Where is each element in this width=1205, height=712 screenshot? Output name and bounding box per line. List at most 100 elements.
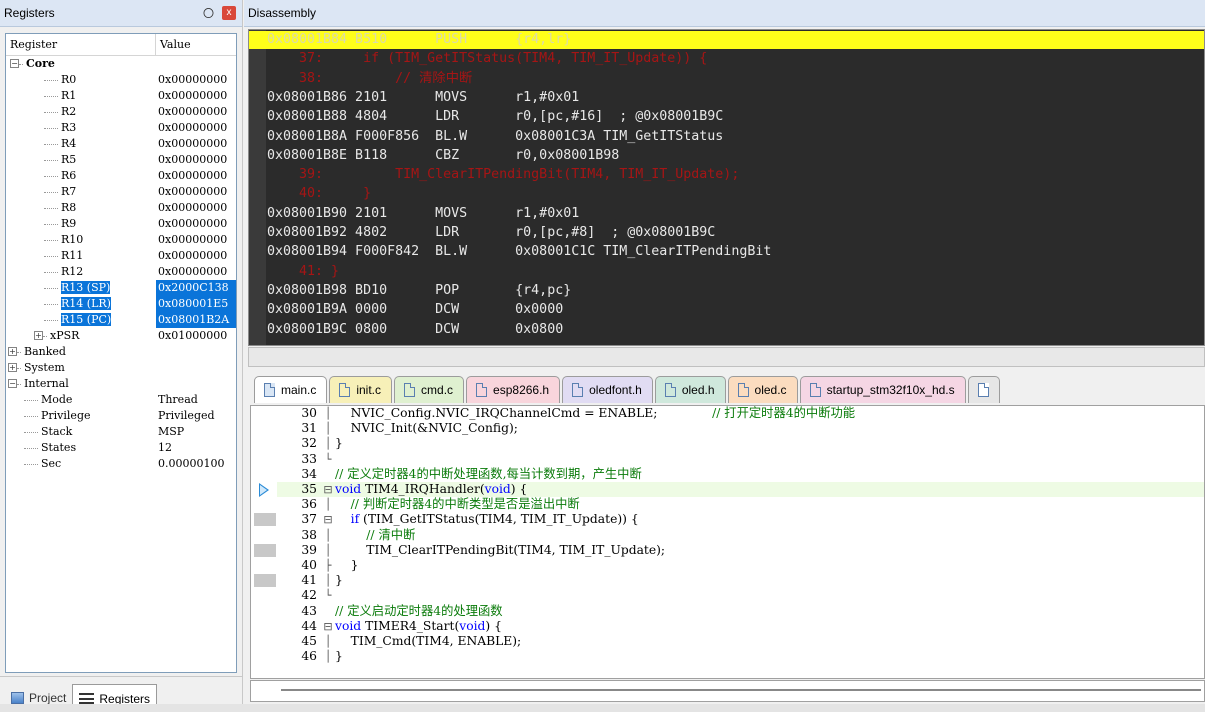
register-value[interactable]: 0x00000000 xyxy=(156,184,236,200)
code-line[interactable]: 44 ⊟ void TIMER4_Start(void) { xyxy=(277,619,1204,634)
register-row[interactable]: + System xyxy=(6,360,236,376)
register-row[interactable]: R14 (LR) 0x080001E5 xyxy=(6,296,236,312)
disasm-source-line[interactable]: 37: if (TIM_GetITStatus(TIM4, TIM_IT_Upd… xyxy=(267,50,1204,68)
register-value[interactable]: 0x00000000 xyxy=(156,216,236,232)
register-row[interactable]: Privilege Privileged xyxy=(6,408,236,424)
register-value[interactable]: MSP xyxy=(156,424,236,440)
code-line[interactable]: 42 └ xyxy=(277,588,1204,603)
register-row[interactable]: R11 0x00000000 xyxy=(6,248,236,264)
register-value[interactable]: Thread xyxy=(156,392,236,408)
code-line[interactable]: 37 ⊟ if (TIM_GetITStatus(TIM4, TIM_IT_Upd… xyxy=(277,512,1204,527)
register-value[interactable]: Privileged xyxy=(156,408,236,424)
fold-toggle-icon[interactable]: ⊟ xyxy=(321,512,335,527)
register-row[interactable]: R12 0x00000000 xyxy=(6,264,236,280)
register-row[interactable]: + Banked xyxy=(6,344,236,360)
register-value[interactable]: 0x00000000 xyxy=(156,88,236,104)
code-line[interactable]: 35 ⊟ void TIM4_IRQHandler(void) { xyxy=(277,482,1204,498)
close-icon[interactable]: x xyxy=(222,6,236,20)
register-row[interactable]: Mode Thread xyxy=(6,392,236,408)
pin-icon[interactable]: 〇 xyxy=(203,5,214,21)
register-row[interactable]: R2 0x00000000 xyxy=(6,104,236,120)
register-row[interactable]: R6 0x00000000 xyxy=(6,168,236,184)
code-line[interactable]: 33 └ xyxy=(277,452,1204,467)
disassembly-view[interactable]: 0x08001B84 B510 PUSH {r4,lr} 37: if (TIM… xyxy=(248,29,1205,346)
register-value[interactable]: 0x2000C138 xyxy=(156,280,236,296)
expand-icon[interactable]: + xyxy=(8,346,17,356)
register-row[interactable]: States 12 xyxy=(6,440,236,456)
register-row[interactable]: Sec 0.00000100 xyxy=(6,456,236,472)
register-value[interactable]: 0x00000000 xyxy=(156,104,236,120)
expand-icon[interactable]: + xyxy=(34,330,43,340)
disasm-source-line[interactable]: 41: } xyxy=(267,263,1204,281)
disasm-instruction-line[interactable]: 0x08001B86 2101 MOVS r1,#0x01 xyxy=(267,89,1204,107)
disasm-source-line[interactable]: 40: } xyxy=(267,185,1204,203)
register-row[interactable]: + xPSR 0x01000000 xyxy=(6,328,236,344)
code-line[interactable]: 41 │} xyxy=(277,573,1204,588)
disasm-instruction-line[interactable]: 0x08001B88 4804 LDR r0,[pc,#16] ; @0x080… xyxy=(267,108,1204,126)
register-value[interactable]: 0x00000000 xyxy=(156,232,236,248)
code-gutter[interactable] xyxy=(251,406,277,678)
code-line[interactable]: 34 // 定义定时器4的中断处理函数,每当计数到期，产生中断 xyxy=(277,467,1204,482)
disasm-instruction-line[interactable]: 0x08001B90 2101 MOVS r1,#0x01 xyxy=(267,205,1204,223)
fold-toggle-icon[interactable]: ⊟ xyxy=(321,619,335,634)
code-line[interactable]: 45 │ TIM_Cmd(TIM4, ENABLE); xyxy=(277,634,1204,649)
register-value[interactable]: 0.00000100 xyxy=(156,456,236,472)
disasm-instruction-line[interactable]: 0x08001B98 BD10 POP {r4,pc} xyxy=(267,282,1204,300)
expand-icon[interactable]: + xyxy=(8,362,17,372)
register-value[interactable]: 0x080001E5 xyxy=(156,296,236,312)
disasm-instruction-line[interactable]: 0x08001B92 4802 LDR r0,[pc,#8] ; @0x0800… xyxy=(267,224,1204,242)
disasm-instruction-line[interactable]: 0x08001B9C 0800 DCW 0x0800 xyxy=(267,321,1204,339)
column-header-register[interactable]: Register xyxy=(6,34,156,55)
register-value[interactable]: 0x00000000 xyxy=(156,136,236,152)
register-value[interactable]: 0x00000000 xyxy=(156,264,236,280)
breakpoint-gutter-mark[interactable] xyxy=(254,543,276,557)
code-line[interactable]: 43 // 定义启动定时器4的处理函数 xyxy=(277,604,1204,619)
register-row[interactable]: R7 0x00000000 xyxy=(6,184,236,200)
disassembly-horizontal-scrollbar[interactable] xyxy=(248,347,1205,367)
register-row[interactable]: R9 0x00000000 xyxy=(6,216,236,232)
code-line[interactable]: 30 │ NVIC_Config.NVIC_IRQChannelCmd = ENA… xyxy=(277,406,1204,421)
register-row[interactable]: R0 0x00000000 xyxy=(6,72,236,88)
disassembly-gutter[interactable] xyxy=(249,30,266,345)
code-editor[interactable]: 30 │ NVIC_Config.NVIC_IRQChannelCmd = ENA… xyxy=(250,405,1205,679)
scrollbar-thumb[interactable] xyxy=(281,689,1201,691)
registers-tree[interactable]: Register Value − Core R0 0x00000000 R1 0x0000… xyxy=(5,33,237,673)
register-row[interactable]: R15 (PC) 0x08001B2A xyxy=(6,312,236,328)
register-value[interactable]: 0x00000000 xyxy=(156,152,236,168)
register-value[interactable]: 0x01000000 xyxy=(156,328,236,344)
register-row[interactable]: R8 0x00000000 xyxy=(6,200,236,216)
disasm-instruction-line[interactable]: 0x08001B94 F000F842 BL.W 0x08001C1C TIM_… xyxy=(267,243,1204,261)
register-value[interactable]: 0x00000000 xyxy=(156,120,236,136)
breakpoint-gutter-mark[interactable] xyxy=(254,513,276,527)
register-value[interactable]: 12 xyxy=(156,440,236,456)
editor-horizontal-scrollbar[interactable] xyxy=(250,680,1205,702)
column-header-value[interactable]: Value xyxy=(156,34,236,55)
disasm-instruction-line[interactable]: 0x08001B8E B118 CBZ r0,0x08001B98 xyxy=(267,147,1204,165)
register-value[interactable]: 0x08001B2A xyxy=(156,312,236,328)
register-row[interactable]: R13 (SP) 0x2000C138 xyxy=(6,280,236,296)
file-tab[interactable]: oled.c xyxy=(727,376,798,403)
register-value[interactable]: 0x00000000 xyxy=(156,248,236,264)
register-row[interactable]: − Core xyxy=(6,56,236,72)
register-row[interactable]: R10 0x00000000 xyxy=(6,232,236,248)
file-tab[interactable]: main.c xyxy=(254,376,328,403)
file-tab[interactable]: oled.h xyxy=(654,376,726,403)
register-row[interactable]: R4 0x00000000 xyxy=(6,136,236,152)
code-line[interactable]: 46 │} xyxy=(277,649,1204,664)
file-tab[interactable]: cmd.c xyxy=(394,376,465,403)
code-line[interactable]: 36 │ // 判断定时器4的中断类型是否是溢出中断 xyxy=(277,497,1204,512)
register-value[interactable]: 0x00000000 xyxy=(156,168,236,184)
file-tab[interactable]: startup_stm32f10x_hd.s xyxy=(799,376,966,403)
disasm-source-line[interactable]: 39: TIM_ClearITPendingBit(TIM4, TIM_IT_U… xyxy=(267,166,1204,184)
code-line[interactable]: 39 │ TIM_ClearITPendingBit(TIM4, TIM_IT_U… xyxy=(277,543,1204,558)
code-line[interactable]: 38 │ // 清中断 xyxy=(277,528,1204,543)
disasm-instruction-line[interactable]: 0x08001B8A F000F856 BL.W 0x08001C3A TIM_… xyxy=(267,128,1204,146)
register-value[interactable]: 0x00000000 xyxy=(156,200,236,216)
disasm-instruction-line[interactable]: 0x08001B84 B510 PUSH {r4,lr} xyxy=(249,31,1204,49)
file-tab-overflow[interactable] xyxy=(967,376,1000,403)
file-tab[interactable]: oledfont.h xyxy=(562,376,653,403)
register-row[interactable]: R5 0x00000000 xyxy=(6,152,236,168)
register-row[interactable]: Stack MSP xyxy=(6,424,236,440)
breakpoint-gutter-mark[interactable] xyxy=(254,574,276,588)
collapse-icon[interactable]: − xyxy=(8,378,17,388)
